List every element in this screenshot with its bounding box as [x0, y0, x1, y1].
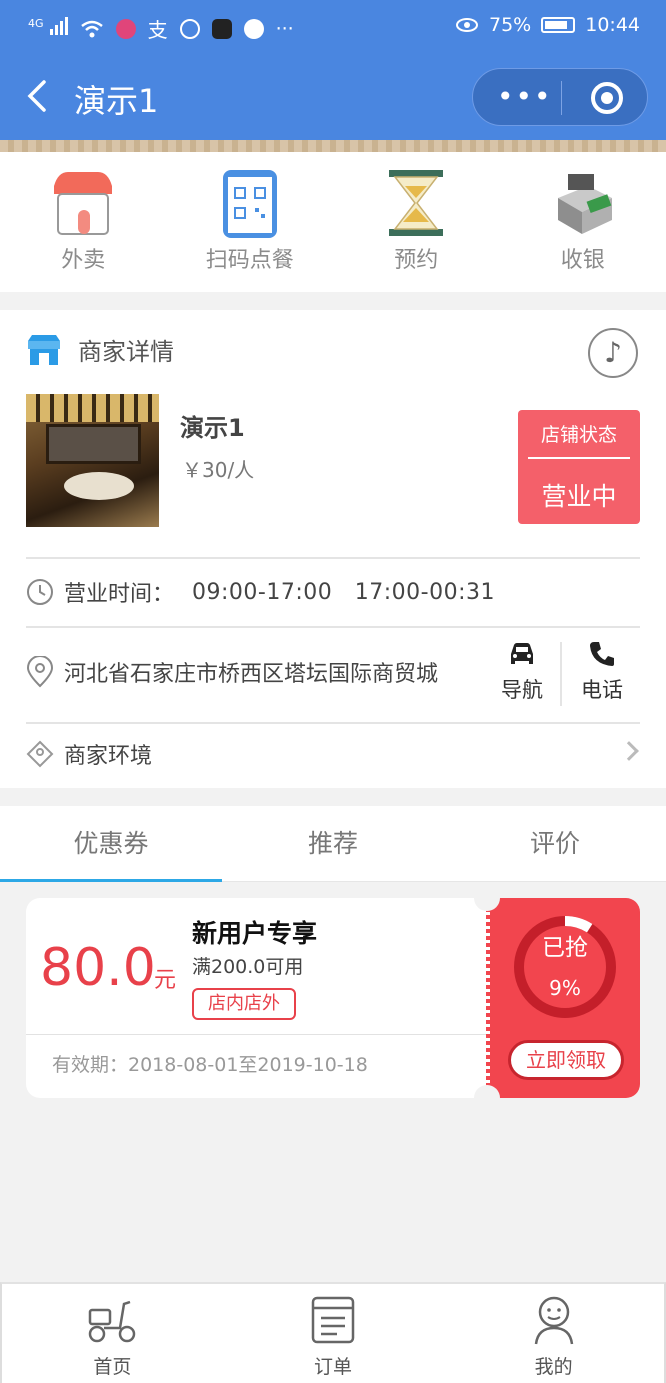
tab-coupons[interactable]: 优惠券	[0, 806, 222, 882]
environment-label: 商家环境	[64, 744, 153, 769]
hours-label: 营业时间：	[64, 582, 175, 607]
store-status-badge: 店铺状态 营业中	[518, 410, 640, 524]
mini-program-capsule: •••	[472, 68, 648, 126]
store-status-label: 店铺状态	[540, 424, 617, 446]
tiktok-icon	[211, 18, 232, 39]
address-text: 河北省石家庄市桥西区塔坛国际商贸城	[64, 662, 439, 687]
battery-percent: 75%	[489, 14, 532, 36]
clock: 10:44	[585, 14, 640, 36]
quick-nav: 外卖 扫码点餐 预约 收银	[0, 152, 666, 292]
coupon-body: 80.0 元 新用户专享 满200.0可用 店内店外 有效期：2018-08-0…	[26, 898, 488, 1098]
network-type: 4G	[28, 17, 44, 30]
wifi-icon	[80, 20, 103, 37]
hourglass-icon	[389, 170, 444, 236]
bottom-nav-home[interactable]: 首页	[2, 1284, 223, 1383]
music-toggle-icon[interactable]: ♪	[588, 328, 638, 378]
close-mini-program-button[interactable]	[591, 82, 623, 114]
chevron-right-icon[interactable]	[619, 741, 639, 761]
store-status-value: 营业中	[541, 482, 617, 511]
tab-recommend[interactable]: 推荐	[222, 806, 444, 881]
coupon-notch	[474, 1085, 500, 1111]
coupon-card: 80.0 元 新用户专享 满200.0可用 店内店外 有效期：2018-08-0…	[26, 885, 640, 1111]
eye-icon	[456, 18, 478, 32]
coupon-validity: 有效期：2018-08-01至2019-10-18	[52, 1054, 368, 1076]
order-list-icon	[311, 1296, 355, 1344]
call-label: 电话	[581, 678, 623, 702]
quick-nav-cashier[interactable]: 收银	[500, 152, 666, 292]
store-icon	[28, 334, 60, 365]
average-price: ￥30/人	[182, 458, 255, 482]
grabbed-percent: 9%	[549, 976, 581, 1000]
bottom-nav-profile[interactable]: 我的	[443, 1284, 664, 1383]
claim-coupon-button[interactable]: 立即领取	[508, 1040, 624, 1080]
capsule-divider	[561, 81, 562, 115]
divider	[26, 557, 640, 559]
action-divider	[560, 642, 562, 706]
qr-phone-icon	[222, 170, 277, 238]
bottom-nav: 首页 订单 我的	[0, 1282, 666, 1383]
user-icon	[534, 1296, 573, 1345]
tab-reviews[interactable]: 评价	[444, 806, 666, 881]
coupon-condition: 满200.0可用	[192, 956, 304, 978]
merchant-section-title: 商家详情	[78, 338, 174, 366]
environment-row[interactable]: 商家环境	[26, 738, 152, 770]
more-status-icon: ···	[275, 17, 294, 40]
bottom-nav-profile-label: 我的	[534, 1356, 573, 1378]
shop-banner-strip	[0, 140, 666, 152]
coupon-amount: 80.0	[40, 938, 156, 998]
app-notification-icon	[115, 18, 136, 39]
back-arrow-icon[interactable]	[24, 78, 50, 114]
divider	[26, 626, 640, 628]
quick-nav-reservation[interactable]: 预约	[333, 152, 500, 292]
hours-values: 09:00-17:00 17:00-00:31	[192, 579, 495, 605]
coupon-scope-tag: 店内店外	[192, 988, 296, 1020]
bottom-nav-orders[interactable]: 订单	[223, 1284, 444, 1383]
merchant-card: 商家详情 ♪ 演示1 ￥30/人 店铺状态 营业中 营业时间： 09:00-17…	[0, 310, 666, 788]
tab-bar: 优惠券 推荐 评价	[0, 806, 666, 882]
coupon-unit: 元	[154, 968, 177, 993]
scooter-icon	[89, 1300, 136, 1343]
coupon-divider	[26, 1034, 488, 1035]
business-hours-row: 营业时间： 09:00-17:00 17:00-00:31	[26, 576, 495, 608]
tag-icon	[26, 740, 54, 768]
more-menu-button[interactable]: •••	[497, 83, 553, 111]
status-bar: 4G 支 ··· 75% 10:44	[0, 0, 666, 54]
merchant-section-header: 商家详情	[26, 332, 174, 367]
coupon-notch	[474, 885, 500, 911]
loading-circle-icon	[179, 18, 200, 39]
phone-icon	[590, 642, 614, 666]
battery-icon	[541, 17, 576, 33]
navigate-button[interactable]: 导航	[498, 640, 546, 704]
merchant-photo[interactable]	[26, 394, 159, 527]
call-button[interactable]: 电话	[578, 640, 626, 704]
divider	[26, 722, 640, 724]
cash-machine-icon	[557, 174, 612, 234]
location-app-icon	[243, 18, 264, 39]
navigate-label: 导航	[501, 678, 543, 702]
signal-icon: 4G	[28, 17, 68, 40]
coupon-title: 新用户专享	[192, 919, 318, 948]
app-header: 演示1 •••	[0, 54, 666, 142]
grab-progress-text: 已抢 9%	[510, 928, 620, 1000]
page-title: 演示1	[74, 82, 159, 120]
grabbed-label: 已抢	[542, 935, 588, 961]
bottom-nav-home-label: 首页	[93, 1356, 132, 1378]
coupon-perforation	[486, 898, 490, 1098]
location-pin-icon	[26, 656, 54, 688]
quick-nav-takeout[interactable]: 外卖	[0, 152, 167, 292]
address-row[interactable]: 河北省石家庄市桥西区塔坛国际商贸城	[26, 656, 438, 688]
merchant-name: 演示1	[180, 414, 245, 442]
alipay-icon: 支	[147, 18, 168, 42]
shop-awning-icon	[54, 172, 113, 235]
top-bar: 4G 支 ··· 75% 10:44 演示1 •••	[0, 0, 666, 142]
car-icon	[511, 643, 533, 664]
bottom-nav-orders-label: 订单	[314, 1356, 353, 1378]
quick-nav-scan-order[interactable]: 扫码点餐	[167, 152, 334, 292]
clock-icon	[27, 579, 53, 605]
